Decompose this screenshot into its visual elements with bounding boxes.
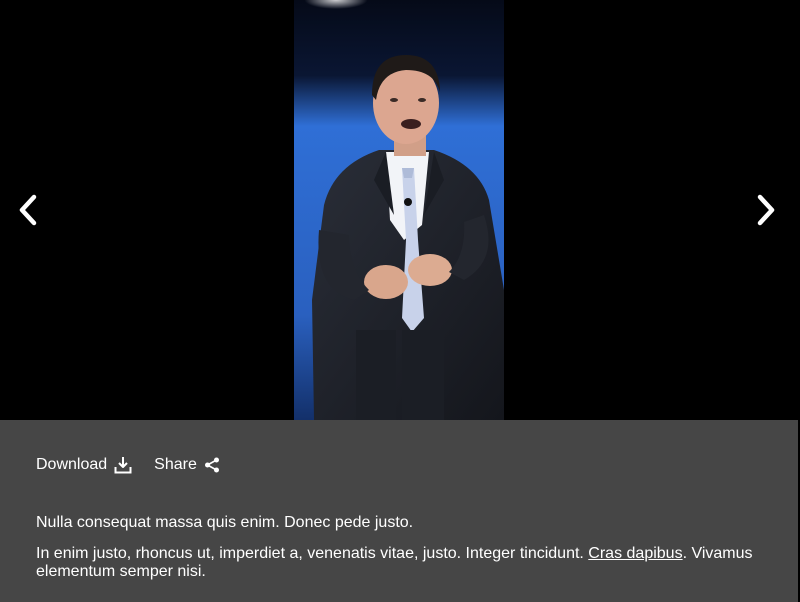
caption-paragraph-1: Nulla consequat massa quis enim. Donec p… — [36, 514, 414, 531]
cras-dapibus-link[interactable]: Cras dapibus — [588, 545, 682, 562]
share-button[interactable]: Share — [154, 456, 220, 474]
gallery-photo — [294, 0, 504, 420]
image-stage — [0, 0, 800, 420]
image-caption: Nulla consequat massa quis enim. Donec p… — [36, 514, 776, 594]
chevron-right-icon — [757, 194, 775, 226]
info-panel: Download Share Nulla consequat massa qui… — [0, 420, 798, 602]
download-icon — [114, 457, 132, 474]
image-viewer: Download Share Nulla consequat massa qui… — [0, 0, 800, 602]
chevron-left-icon — [19, 194, 37, 226]
speaker-photo-image — [294, 0, 504, 420]
download-label: Download — [36, 456, 108, 473]
next-image-button[interactable] — [746, 190, 786, 230]
share-icon — [204, 457, 219, 473]
caption-text-before-link: In enim justo, rhoncus ut, imperdiet a, … — [36, 545, 589, 562]
previous-image-button[interactable] — [8, 190, 48, 230]
share-label: Share — [154, 456, 197, 473]
caption-paragraph-2: In enim justo, rhoncus ut, imperdiet a, … — [36, 545, 776, 581]
action-bar: Download Share — [36, 456, 220, 474]
download-button[interactable]: Download — [36, 456, 132, 474]
